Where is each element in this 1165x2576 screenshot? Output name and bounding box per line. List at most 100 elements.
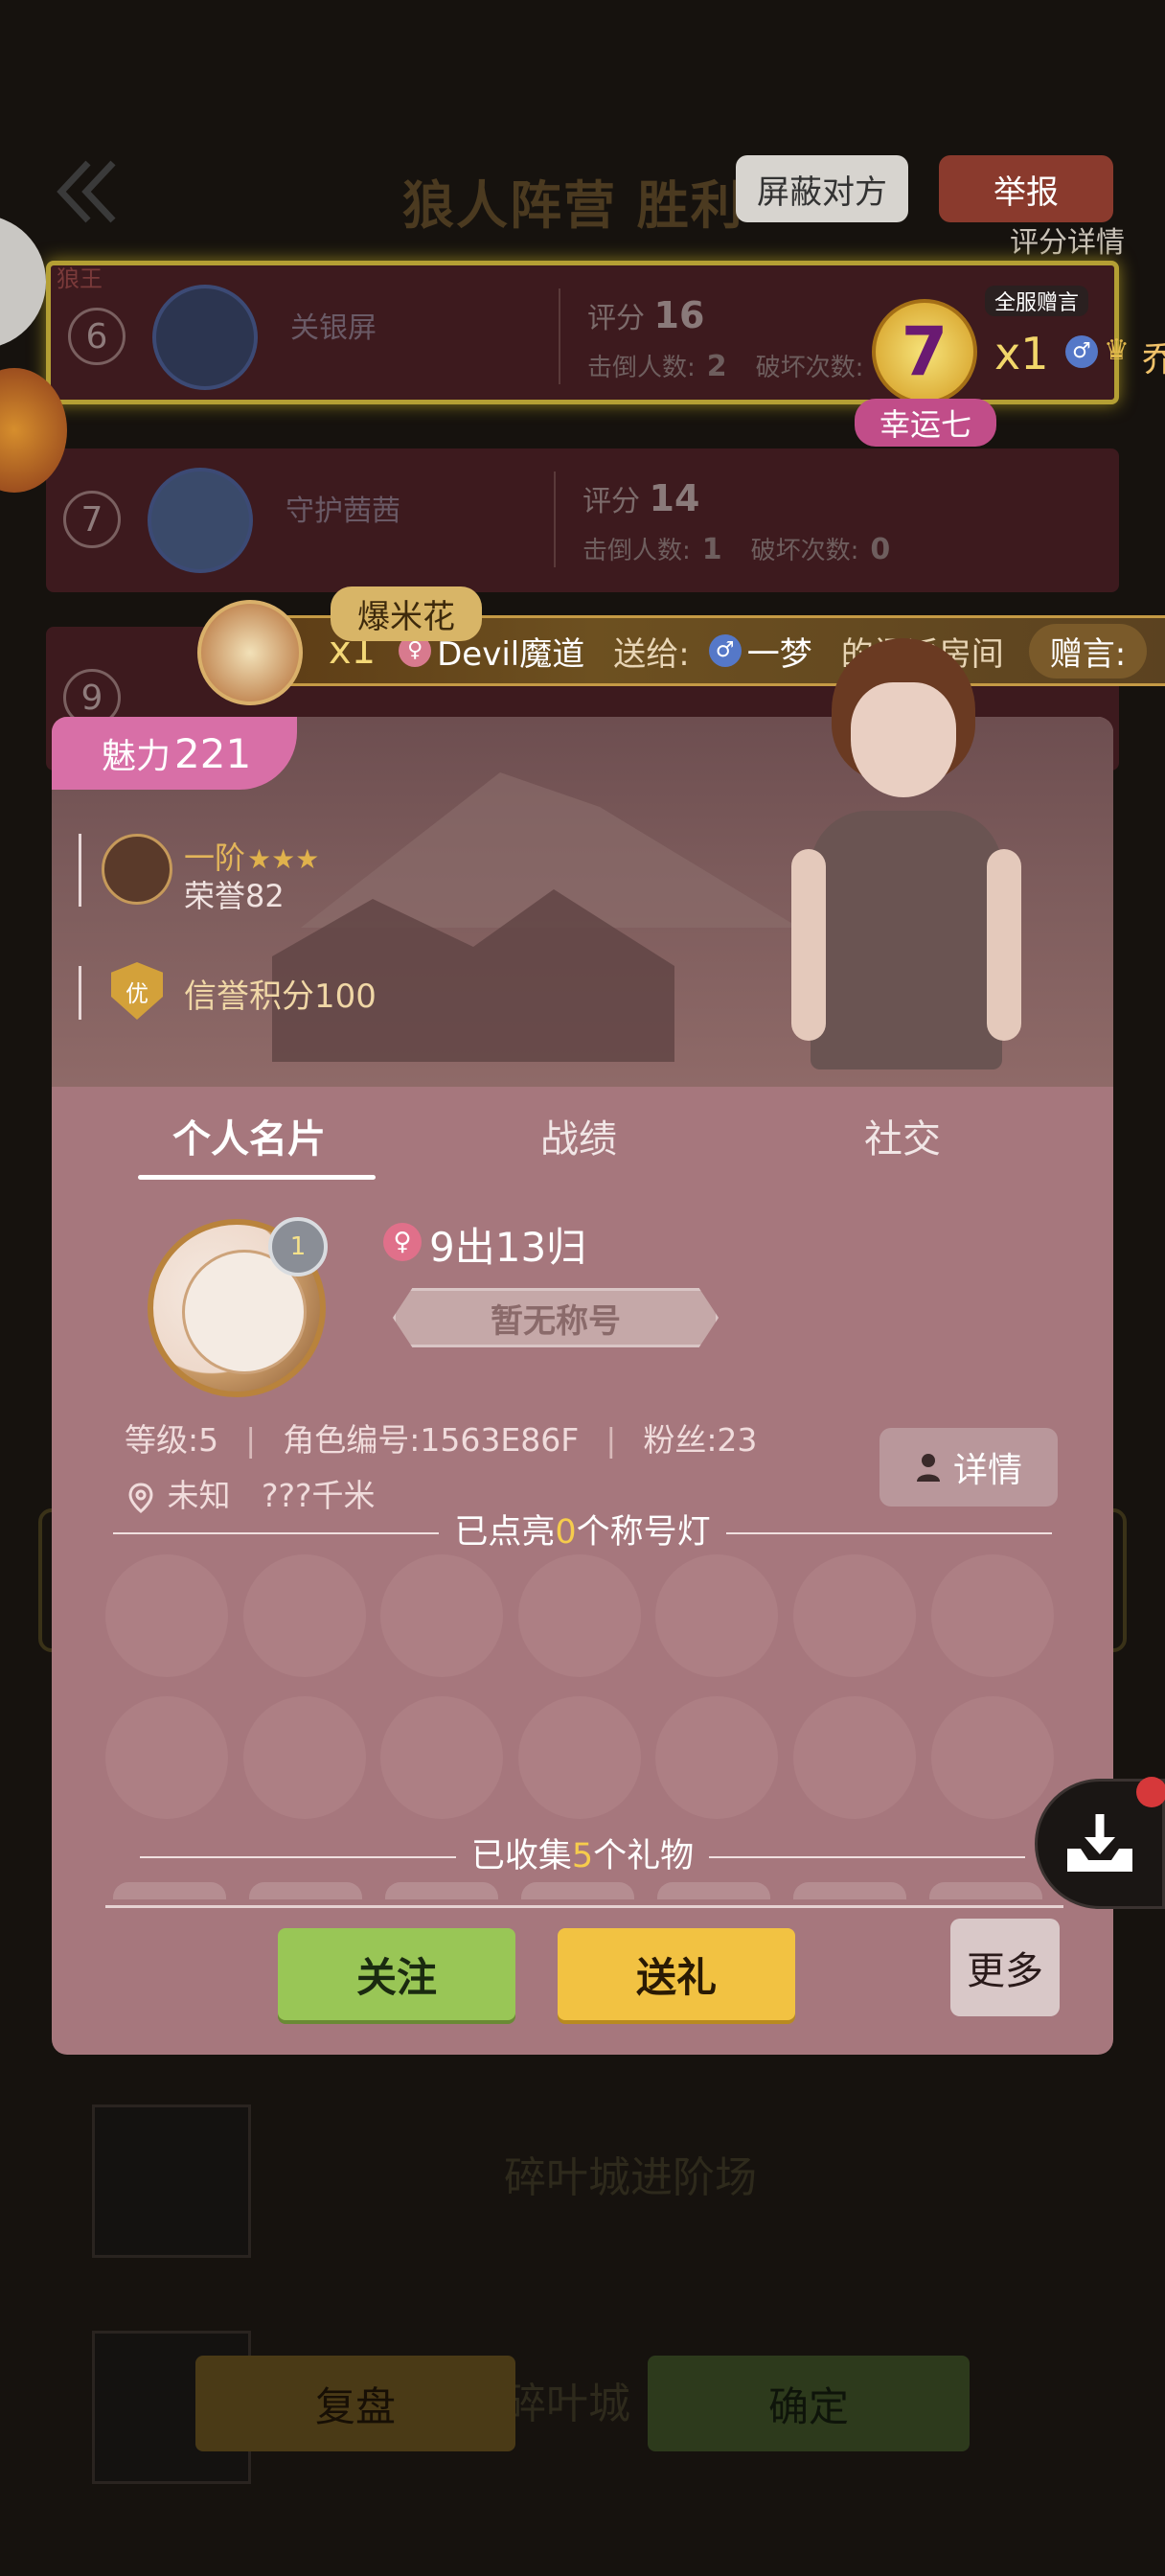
rank-number: 7 xyxy=(63,491,121,548)
record-row: 碎叶城进阶场 xyxy=(92,2104,1088,2267)
tab-record[interactable]: 战绩 xyxy=(540,1108,617,1163)
rank-number: 6 xyxy=(68,308,126,365)
male-icon: ♂ xyxy=(1065,335,1098,368)
lamps-count: 0 xyxy=(555,1513,577,1552)
back-arrow-icon[interactable] xyxy=(50,153,126,230)
report-button[interactable]: 举报 xyxy=(939,155,1113,222)
separator: | xyxy=(605,1421,617,1459)
player-row[interactable]: 7 守护茜茜 评分 14 击倒人数: 1 破坏次数: 0 xyxy=(46,448,1119,592)
lamps-section-title: 已点亮0个称号灯 xyxy=(52,1505,1113,1553)
player-avatar xyxy=(148,468,253,573)
gift-list xyxy=(105,1882,1063,1899)
player-name: 守护茜茜 xyxy=(286,494,400,528)
title-lamp[interactable] xyxy=(380,1696,503,1819)
title-lamp[interactable] xyxy=(243,1554,366,1677)
character-arm xyxy=(791,849,826,1041)
gift-item[interactable] xyxy=(249,1882,362,1899)
player-avatar xyxy=(152,285,258,390)
confirm-button[interactable]: 确定 xyxy=(648,2356,970,2451)
gift-item[interactable] xyxy=(385,1882,498,1899)
detail-label: 详情 xyxy=(952,1451,1022,1490)
tab-card[interactable]: 个人名片 xyxy=(172,1108,326,1163)
divider xyxy=(139,1856,456,1858)
role-tag: 狼王 xyxy=(57,265,103,292)
tab-social[interactable]: 社交 xyxy=(864,1108,941,1163)
gift-item[interactable] xyxy=(657,1882,770,1899)
divider xyxy=(79,834,81,907)
lamps-prefix: 已点亮 xyxy=(454,1513,556,1552)
lucky-tag: 幸运七 xyxy=(855,399,997,447)
result-title: 狼人阵营 胜利 xyxy=(402,175,744,236)
title-lamp[interactable] xyxy=(380,1554,503,1677)
divider xyxy=(554,472,556,567)
info-row: 等级:5 | 角色编号:1563E86F | 粉丝:23 xyxy=(125,1414,757,1460)
charm-badge: 魅力 221 xyxy=(52,717,297,790)
title-lamp[interactable] xyxy=(931,1696,1054,1819)
gifts-suffix: 个礼物 xyxy=(593,1837,695,1875)
male-icon: ♂ xyxy=(708,634,742,667)
player-nickname: 9出13归 xyxy=(429,1224,587,1271)
female-icon: ♀ xyxy=(383,1223,422,1261)
separator: | xyxy=(245,1421,257,1459)
profile-tabs: 个人名片 战绩 社交 xyxy=(52,1087,1113,1183)
divider xyxy=(559,288,560,384)
gift-item[interactable] xyxy=(929,1882,1042,1899)
lamps-suffix: 个称号灯 xyxy=(576,1513,711,1552)
divider xyxy=(79,966,81,1020)
charm-label: 魅力 xyxy=(102,737,171,776)
role-id: 角色编号:1563E86F xyxy=(283,1421,580,1459)
score: 评分 16 xyxy=(587,294,705,336)
gift-name-tag: 爆米花 xyxy=(331,586,482,641)
gifts-count: 5 xyxy=(571,1837,594,1875)
popcorn-icon xyxy=(197,600,303,705)
title-lamp[interactable] xyxy=(105,1696,228,1819)
rank-tier-label: 一阶 xyxy=(184,840,246,876)
send-to-label: 送给: xyxy=(613,634,690,674)
map-name: 碎叶城 xyxy=(504,2380,630,2428)
download-tray-icon xyxy=(1067,1814,1132,1872)
title-lamp[interactable] xyxy=(518,1554,641,1677)
rank-emblem-icon xyxy=(102,834,172,905)
charm-value: 221 xyxy=(174,729,252,777)
review-button[interactable]: 复盘 xyxy=(195,2356,515,2451)
title-lamp[interactable] xyxy=(105,1554,228,1677)
title-lamp[interactable] xyxy=(931,1554,1054,1677)
detail-button[interactable]: 详情 xyxy=(879,1428,1058,1506)
rank-stars: ★★★ xyxy=(247,843,320,875)
score: 评分 14 xyxy=(582,477,700,519)
character-dress xyxy=(811,811,1002,1070)
gifts-prefix: 已收集 xyxy=(470,1837,572,1875)
stats: 击倒人数: 2 破坏次数: xyxy=(587,350,864,383)
title-lamp[interactable] xyxy=(793,1696,916,1819)
shield-button[interactable]: 屏蔽对方 xyxy=(736,155,908,222)
divider xyxy=(105,1905,1063,1908)
title-lamp[interactable] xyxy=(518,1696,641,1819)
credit-score: 信誉积分100 xyxy=(184,978,377,1016)
person-icon xyxy=(916,1454,940,1482)
level-medal: 1 xyxy=(268,1217,328,1276)
gift-item[interactable] xyxy=(113,1882,226,1899)
honor: 荣誉82 xyxy=(184,878,285,914)
divider xyxy=(709,1856,1026,1858)
more-button[interactable]: 更多 xyxy=(950,1919,1060,2016)
crown-icon: ♛ xyxy=(1104,334,1130,367)
gift-item[interactable] xyxy=(521,1882,634,1899)
send-gift-button[interactable]: 送礼 xyxy=(558,1928,795,2020)
title-lamp[interactable] xyxy=(793,1554,916,1677)
fans: 粉丝:23 xyxy=(643,1421,758,1459)
follow-button[interactable]: 关注 xyxy=(278,1928,515,2020)
character-face xyxy=(851,682,956,797)
character-arm xyxy=(987,849,1021,1041)
lucky-receiver: 乔 xyxy=(1142,340,1165,380)
title-lamp[interactable] xyxy=(655,1554,778,1677)
level-text: 等级:5 xyxy=(125,1421,219,1459)
gift-item[interactable] xyxy=(793,1882,906,1899)
title-lamp[interactable] xyxy=(655,1696,778,1819)
lucky-seven-banner: 7 全服赠言 x1 ♂ ♛ 乔 幸运七 xyxy=(855,286,1165,447)
score-detail-link[interactable]: 评分详情 xyxy=(1010,218,1125,261)
tab-indicator xyxy=(138,1175,376,1180)
message-label: 赠言: xyxy=(1028,623,1148,678)
divider xyxy=(725,1532,1052,1534)
title-lamp[interactable] xyxy=(243,1696,366,1819)
lucky-seven-icon: 7 xyxy=(872,299,977,404)
